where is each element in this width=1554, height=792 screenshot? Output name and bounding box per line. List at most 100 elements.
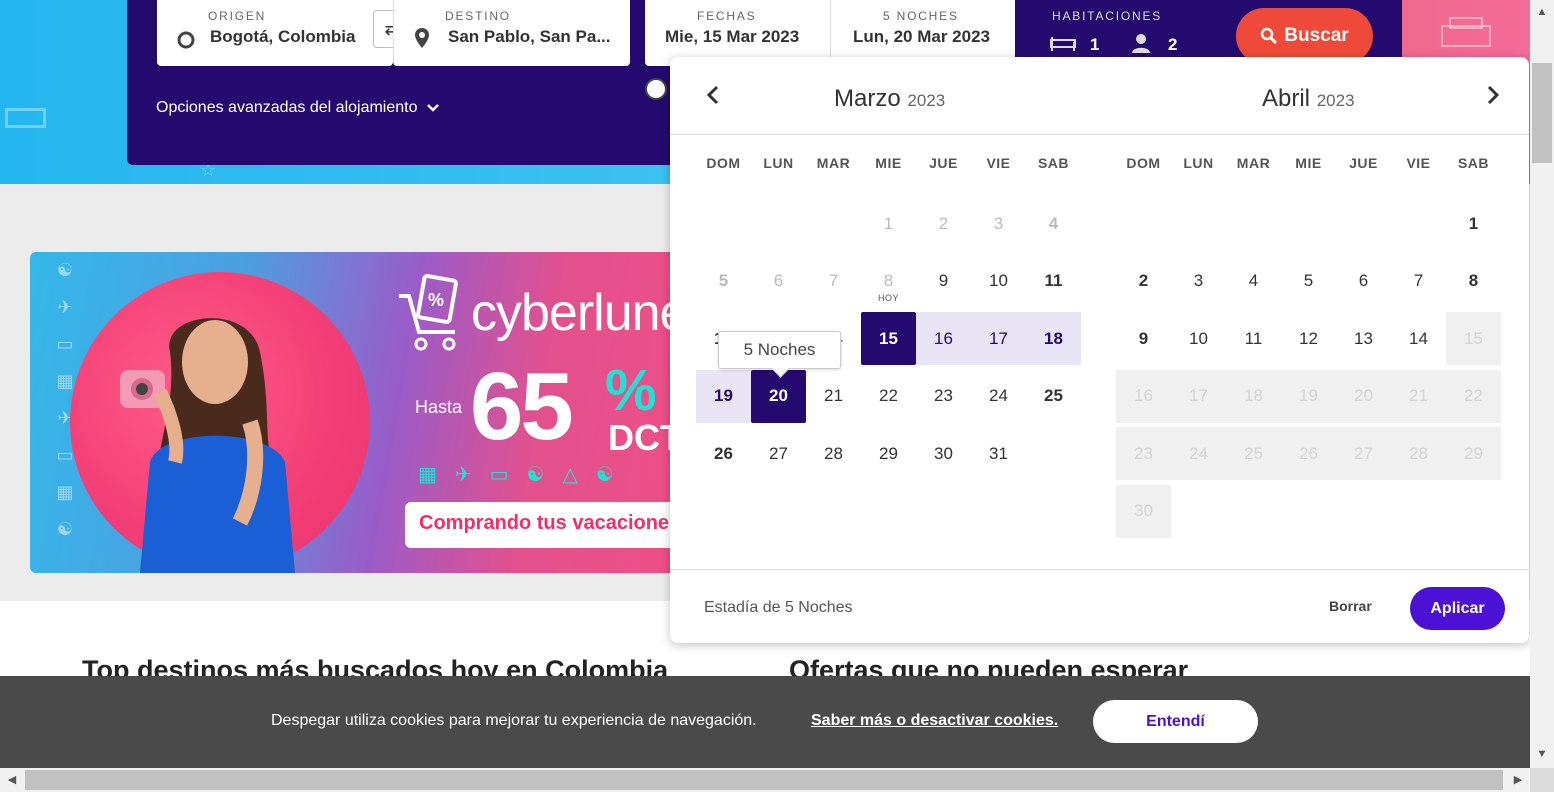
calendar-day: 23: [1116, 427, 1171, 480]
scroll-left-arrow-icon[interactable]: ◀: [4, 772, 20, 788]
calendar-day[interactable]: 12: [1281, 312, 1336, 365]
calendar-day[interactable]: 20: [751, 369, 806, 423]
calendar-day[interactable]: 14: [1391, 312, 1446, 365]
horizontal-scrollbar[interactable]: ◀ ▶: [0, 768, 1530, 792]
calendar-day[interactable]: 15: [861, 312, 916, 365]
calendar-day[interactable]: 8: [1446, 255, 1501, 308]
calendar-day[interactable]: 2: [1116, 255, 1171, 308]
chevron-right-icon: [1487, 85, 1500, 105]
calendar-day[interactable]: 21: [806, 370, 861, 423]
search-button[interactable]: Buscar: [1236, 8, 1373, 64]
origin-field[interactable]: ORIGEN Bogotá, Colombia: [157, 0, 393, 66]
calendar-day[interactable]: 19: [696, 369, 751, 423]
calendar-day[interactable]: 18: [1026, 312, 1081, 365]
scroll-up-arrow-icon[interactable]: ▲: [1534, 4, 1550, 20]
horizontal-scroll-thumb[interactable]: [25, 770, 1503, 790]
calendar-day-number: 19: [1299, 386, 1318, 405]
search-button-label: Buscar: [1284, 25, 1349, 46]
calendar-day-number: 6: [773, 271, 784, 290]
calendar-day[interactable]: 28: [806, 427, 861, 480]
banner-cta: Comprando tus vacaciones: [405, 502, 690, 548]
calendar-day-number: 11: [1044, 271, 1063, 290]
calendar-day[interactable]: 9: [916, 255, 971, 308]
next-month-button[interactable]: [1481, 83, 1505, 111]
calendar-empty-cell: [1116, 197, 1171, 250]
destination-field[interactable]: DESTINO San Pablo, San Pa...: [393, 0, 630, 66]
calendar-day: 4: [1026, 197, 1081, 250]
weekday-label: SAB: [1457, 155, 1490, 171]
calendar-day[interactable]: 7: [1391, 255, 1446, 308]
vertical-scrollbar[interactable]: ▲ ▼: [1530, 0, 1554, 768]
cyber-brand-text: cyberlune: [471, 284, 688, 342]
calendar-day: 3: [971, 197, 1026, 250]
calendar-day[interactable]: 10: [971, 255, 1026, 308]
checkin-value: Mie, 15 Mar 2023: [665, 27, 800, 46]
calendar-day[interactable]: 5: [1281, 255, 1336, 308]
calendar-day[interactable]: 11: [1226, 312, 1281, 365]
advanced-options-toggle[interactable]: Opciones avanzadas del alojamiento: [156, 99, 440, 117]
calendar-day[interactable]: 11: [1026, 255, 1081, 308]
vertical-scroll-thumb[interactable]: [1532, 63, 1552, 163]
calendar-day-number: 17: [1189, 386, 1208, 405]
promo-banner[interactable]: ☯ ✈ ▭ ▦ ✈ ▭ ▦ ☯ % cyberlune Hasta 65 % DCT ▦✈▭☯…: [30, 252, 690, 573]
calendar-day-number: 5: [1303, 271, 1314, 290]
scroll-down-arrow-icon[interactable]: ▼: [1534, 746, 1550, 762]
advanced-options-label: Opciones avanzadas del alojamiento: [156, 99, 418, 116]
calendar-day-number: 2: [938, 213, 949, 233]
calendar-day[interactable]: 9: [1116, 312, 1171, 365]
calendar-day-number: 9: [1138, 328, 1149, 348]
prev-month-button[interactable]: [701, 83, 725, 111]
weekday-header-march: DOM LUN MAR MIE JUE VIE SAB: [696, 155, 1081, 171]
banner-percent-symbol: %: [605, 358, 657, 423]
calendar-day: 24: [1171, 427, 1226, 480]
calendar-day[interactable]: 27: [751, 427, 806, 480]
cookie-settings-link[interactable]: Saber más o desactivar cookies.: [811, 712, 1058, 730]
calendar-day[interactable]: 1: [1446, 197, 1501, 250]
calendar-day-number: 16: [1134, 386, 1153, 405]
calendar-day-number: 4: [1248, 271, 1259, 290]
calendar-day[interactable]: 16: [916, 312, 971, 365]
calendar-day-number: 15: [879, 328, 898, 348]
calendar-day-number: 29: [879, 443, 898, 463]
calendar-day-number: 17: [989, 328, 1008, 348]
calendar-day: 28: [1391, 427, 1446, 480]
calendar-day-number: 25: [1044, 386, 1063, 405]
apply-button[interactable]: Aplicar: [1410, 587, 1505, 630]
calendar-day-number: 26: [714, 443, 733, 463]
calendar-day-number: 16: [934, 328, 953, 348]
calendar-empty-cell: [806, 197, 861, 250]
calendar-day[interactable]: 13: [1336, 312, 1391, 365]
calendar-day[interactable]: 31: [971, 427, 1026, 480]
calendar-day[interactable]: 26: [696, 427, 751, 480]
toggle-switch[interactable]: [645, 78, 667, 100]
calendar-day[interactable]: 29: [861, 427, 916, 480]
calendar-day[interactable]: 3: [1171, 255, 1226, 308]
calendar-day[interactable]: 22: [861, 370, 916, 423]
banner-hasta: Hasta: [415, 397, 463, 417]
month-title-april: Abril 2023: [1262, 85, 1355, 113]
calendar-day[interactable]: 30: [916, 427, 971, 480]
calendar-day-number: 7: [1413, 271, 1424, 290]
dates-label: FECHAS: [697, 9, 757, 23]
weekday-label: SAB: [1037, 155, 1070, 171]
calendar-day-number: 29: [1464, 443, 1483, 463]
calendar-day[interactable]: 17: [971, 312, 1026, 365]
calendar-day-number: 7: [828, 271, 839, 290]
calendar-day-number: 30: [934, 443, 953, 463]
calendar-day[interactable]: 25: [1026, 370, 1081, 423]
calendar-day-number: 8: [883, 271, 894, 290]
calendar-day: 6: [751, 255, 806, 308]
day-grid-april: 1 2 3 4 5 6 7 8 9 10 11 12 13 14 15 16 17 18 19 20 21 22 23 24 2…: [1116, 195, 1501, 540]
calendar-day-number: 24: [989, 386, 1008, 405]
calendar-day[interactable]: 6: [1336, 255, 1391, 308]
calendar-day[interactable]: 24: [971, 370, 1026, 423]
banner-product-icons: ▦✈▭☯△☯: [418, 464, 632, 486]
scroll-right-arrow-icon[interactable]: ▶: [1510, 772, 1526, 788]
calendar-day: 16: [1116, 369, 1171, 423]
calendar-day[interactable]: 10: [1171, 312, 1226, 365]
calendar-day[interactable]: 23: [916, 370, 971, 423]
clear-button[interactable]: Borrar: [1329, 598, 1372, 614]
cookie-accept-button[interactable]: Entendí: [1093, 700, 1258, 743]
svg-text:%: %: [428, 290, 444, 310]
calendar-day[interactable]: 4: [1226, 255, 1281, 308]
